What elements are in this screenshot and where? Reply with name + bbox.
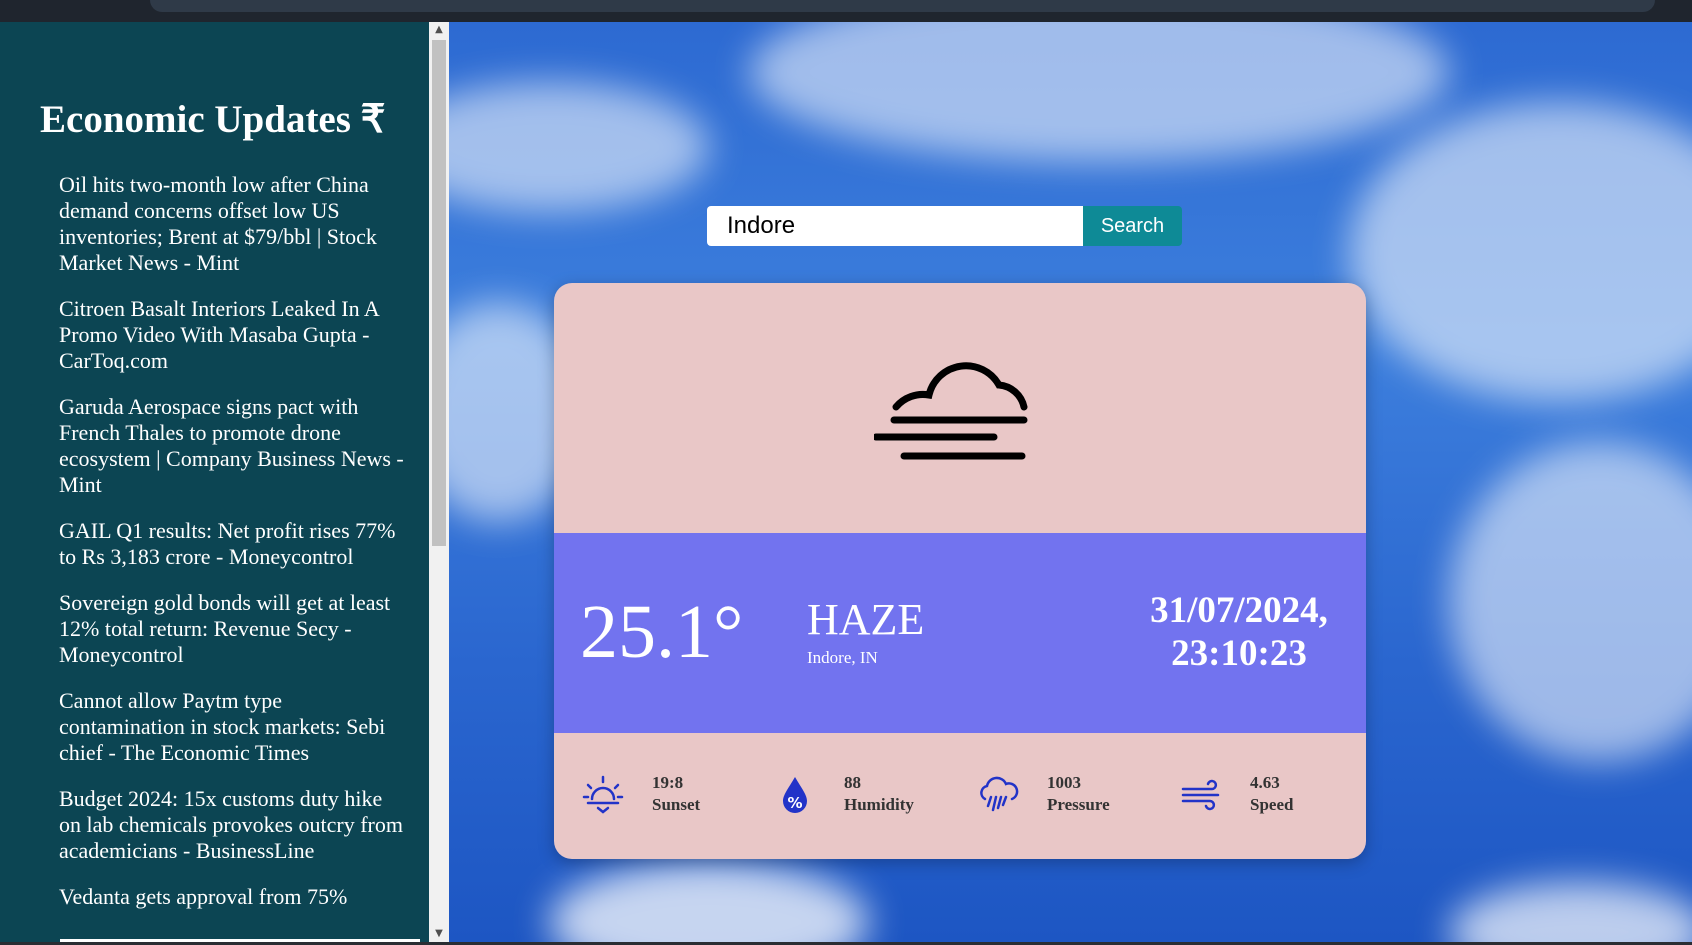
temperature: 25.1° bbox=[580, 590, 744, 674]
browser-chrome bbox=[0, 0, 1692, 22]
sidebar-divider bbox=[60, 939, 420, 942]
news-item[interactable]: Oil hits two-month low after China deman… bbox=[59, 172, 404, 276]
sidebar-title: Economic Updates ₹ bbox=[40, 98, 386, 141]
date-time: 31/07/2024, 23:10:23 bbox=[1124, 589, 1354, 675]
news-item[interactable]: Citroen Basalt Interiors Leaked In A Pro… bbox=[59, 296, 404, 374]
humidity-label: Humidity bbox=[844, 795, 914, 814]
sky-cloud bbox=[749, 22, 1449, 162]
scroll-up-icon[interactable]: ▲ bbox=[429, 22, 449, 38]
news-sidebar: Economic Updates ₹ Oil hits two-month lo… bbox=[0, 22, 429, 942]
pressure-label: Pressure bbox=[1047, 795, 1110, 814]
humidity-value: 88 bbox=[844, 773, 861, 792]
wind-speed-label: Speed bbox=[1250, 795, 1294, 814]
sky-cloud bbox=[1449, 442, 1692, 762]
sunset-icon bbox=[582, 775, 624, 814]
news-item[interactable]: GAIL Q1 results: Net profit rises 77% to… bbox=[59, 518, 404, 570]
browser-tab-strip bbox=[150, 0, 1655, 12]
weather-summary-panel: 25.1° HAZE Indore, IN 31/07/2024, 23:10:… bbox=[554, 533, 1366, 733]
wind-icon bbox=[1181, 779, 1220, 811]
wind-speed-value: 4.63 bbox=[1250, 773, 1280, 792]
svg-text:%: % bbox=[787, 794, 802, 812]
news-item[interactable]: Garuda Aerospace signs pact with French … bbox=[59, 394, 404, 498]
scrollbar-thumb[interactable] bbox=[432, 40, 446, 546]
sunset-label: Sunset bbox=[652, 795, 701, 814]
sky-cloud bbox=[549, 862, 869, 942]
sidebar-scrollbar[interactable]: ▲ ▼ bbox=[429, 22, 449, 942]
sky-cloud bbox=[449, 82, 709, 212]
sky-cloud bbox=[1449, 882, 1692, 942]
news-list: Oil hits two-month low after China deman… bbox=[59, 172, 404, 930]
pressure-value: 1003 bbox=[1047, 773, 1081, 792]
date-label: 31/07/2024, bbox=[1150, 590, 1328, 631]
scroll-down-icon[interactable]: ▼ bbox=[429, 926, 449, 942]
time-label: 23:10:23 bbox=[1171, 633, 1307, 674]
humidity-icon: % bbox=[783, 777, 807, 813]
search-button[interactable]: Search bbox=[1083, 206, 1182, 246]
news-item[interactable]: Budget 2024: 15x customs duty hike on la… bbox=[59, 786, 404, 864]
sunset-value: 19:8 bbox=[652, 773, 684, 792]
pressure-icon bbox=[980, 776, 1019, 812]
weather-condition: HAZE bbox=[807, 595, 925, 644]
weather-icon-panel bbox=[554, 283, 1366, 533]
weather-stats-panel: 19:8 Sunset % 88 Humidity 1003 Pressure … bbox=[554, 733, 1366, 859]
location-label: Indore, IN bbox=[807, 648, 878, 667]
city-search-input[interactable] bbox=[707, 206, 1083, 246]
news-item[interactable]: Vedanta gets approval from 75% bbox=[59, 884, 404, 910]
weather-card: 25.1° HAZE Indore, IN 31/07/2024, 23:10:… bbox=[554, 283, 1366, 859]
sky-cloud bbox=[1349, 102, 1692, 402]
weather-main: Search 25.1° HAZE Indore, IN 31/07/2024,… bbox=[449, 22, 1692, 942]
news-item[interactable]: Sovereign gold bonds will get at least 1… bbox=[59, 590, 404, 668]
news-item[interactable]: Cannot allow Paytm type contamination in… bbox=[59, 688, 404, 766]
haze-icon bbox=[874, 362, 1028, 460]
